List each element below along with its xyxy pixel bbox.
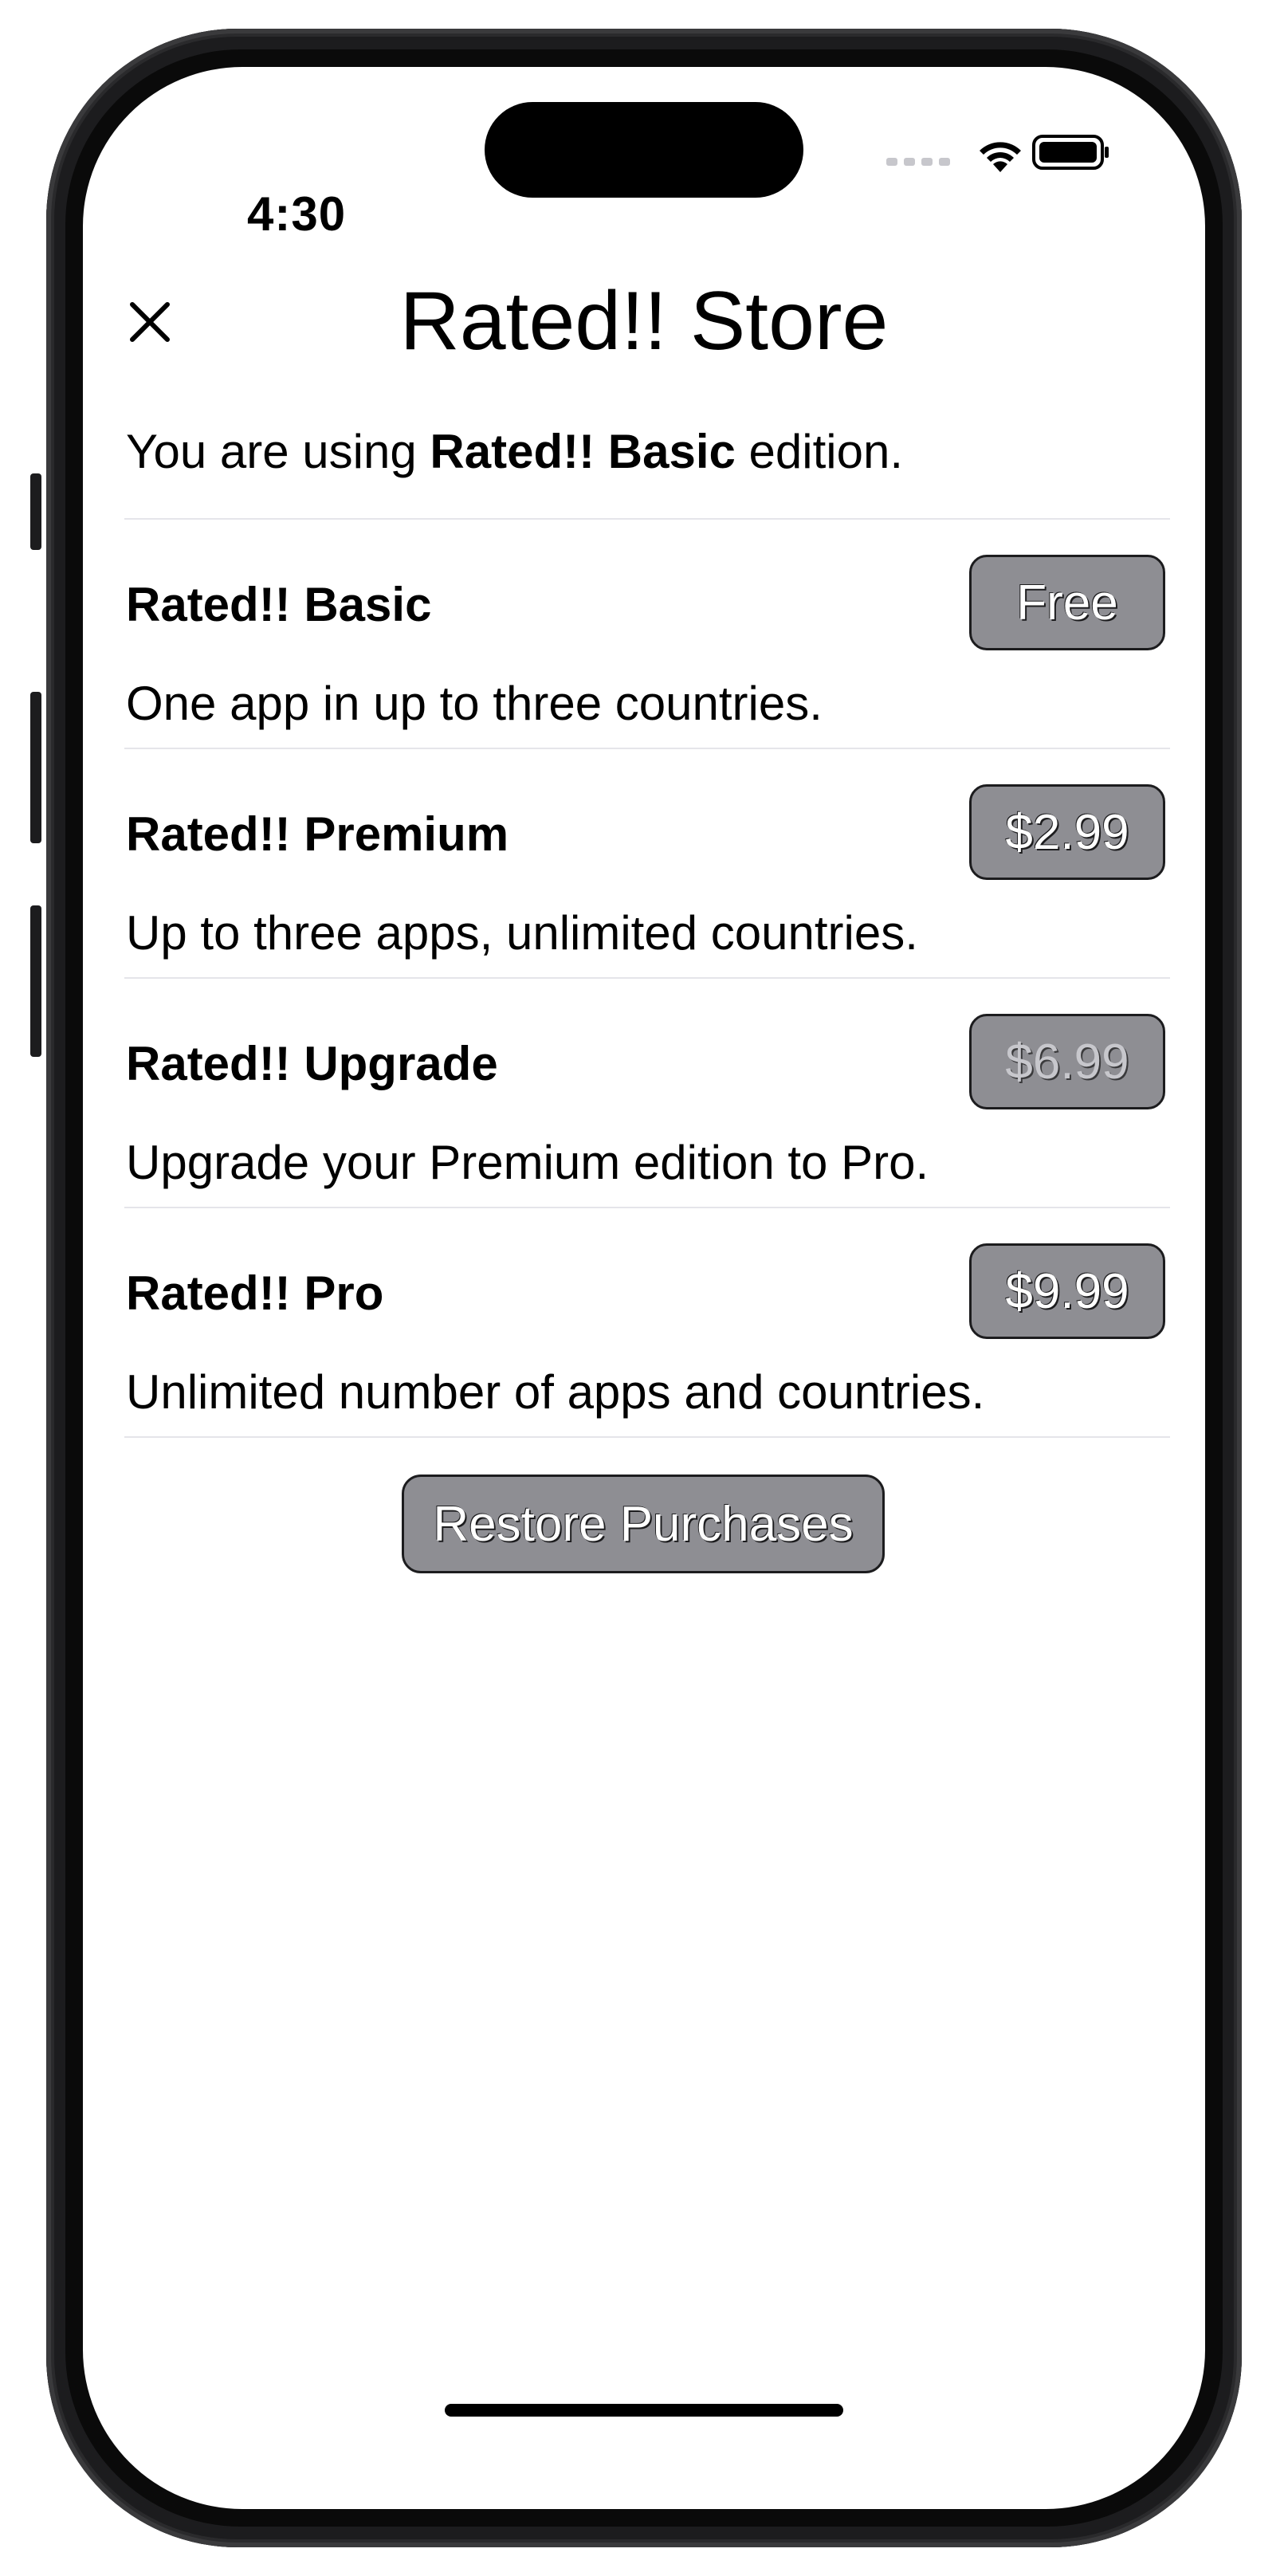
current-edition-text: You are using Rated!! Basic edition. (126, 424, 903, 479)
device-frame: 4:30 Rated!! Store You are using Rated!!… (0, 0, 1288, 2576)
product-name: Rated!! Pro (126, 1266, 384, 1320)
divider (124, 977, 1170, 979)
signal-icon (886, 158, 950, 166)
product-description: One app in up to three countries. (126, 677, 823, 730)
current-edition-name: Rated!! Basic (430, 425, 736, 478)
page-title: Rated!! Store (399, 275, 889, 367)
buy-premium-button[interactable]: $2.99 (969, 784, 1165, 880)
divider (124, 518, 1170, 520)
product-name: Rated!! Premium (126, 807, 509, 861)
buy-upgrade-button[interactable]: $6.99 (969, 1014, 1165, 1109)
volume-up-button (30, 692, 41, 843)
current-edition-suffix: edition. (735, 425, 904, 478)
product-name: Rated!! Basic (126, 578, 432, 631)
home-indicator[interactable] (445, 2404, 843, 2417)
screen: 4:30 Rated!! Store You are using Rated!!… (83, 67, 1205, 2509)
product-description: Upgrade your Premium edition to Pro. (126, 1136, 929, 1189)
product-description: Up to three apps, unlimited countries. (126, 906, 918, 960)
dynamic-island (485, 102, 803, 198)
wifi-icon (980, 142, 1021, 172)
product-name: Rated!! Upgrade (126, 1037, 498, 1090)
battery-icon (1032, 135, 1109, 170)
restore-purchases-button[interactable]: Restore Purchases (402, 1475, 885, 1573)
product-description: Unlimited number of apps and countries. (126, 1365, 985, 1419)
divider (124, 1207, 1170, 1208)
status-time: 4:30 (247, 187, 347, 241)
current-edition-prefix: You are using (126, 425, 430, 478)
volume-down-button (30, 905, 41, 1057)
buy-basic-button[interactable]: Free (969, 555, 1165, 650)
divider (124, 1436, 1170, 1438)
buy-pro-button[interactable]: $9.99 (969, 1243, 1165, 1339)
divider (124, 748, 1170, 749)
action-button (30, 473, 41, 550)
